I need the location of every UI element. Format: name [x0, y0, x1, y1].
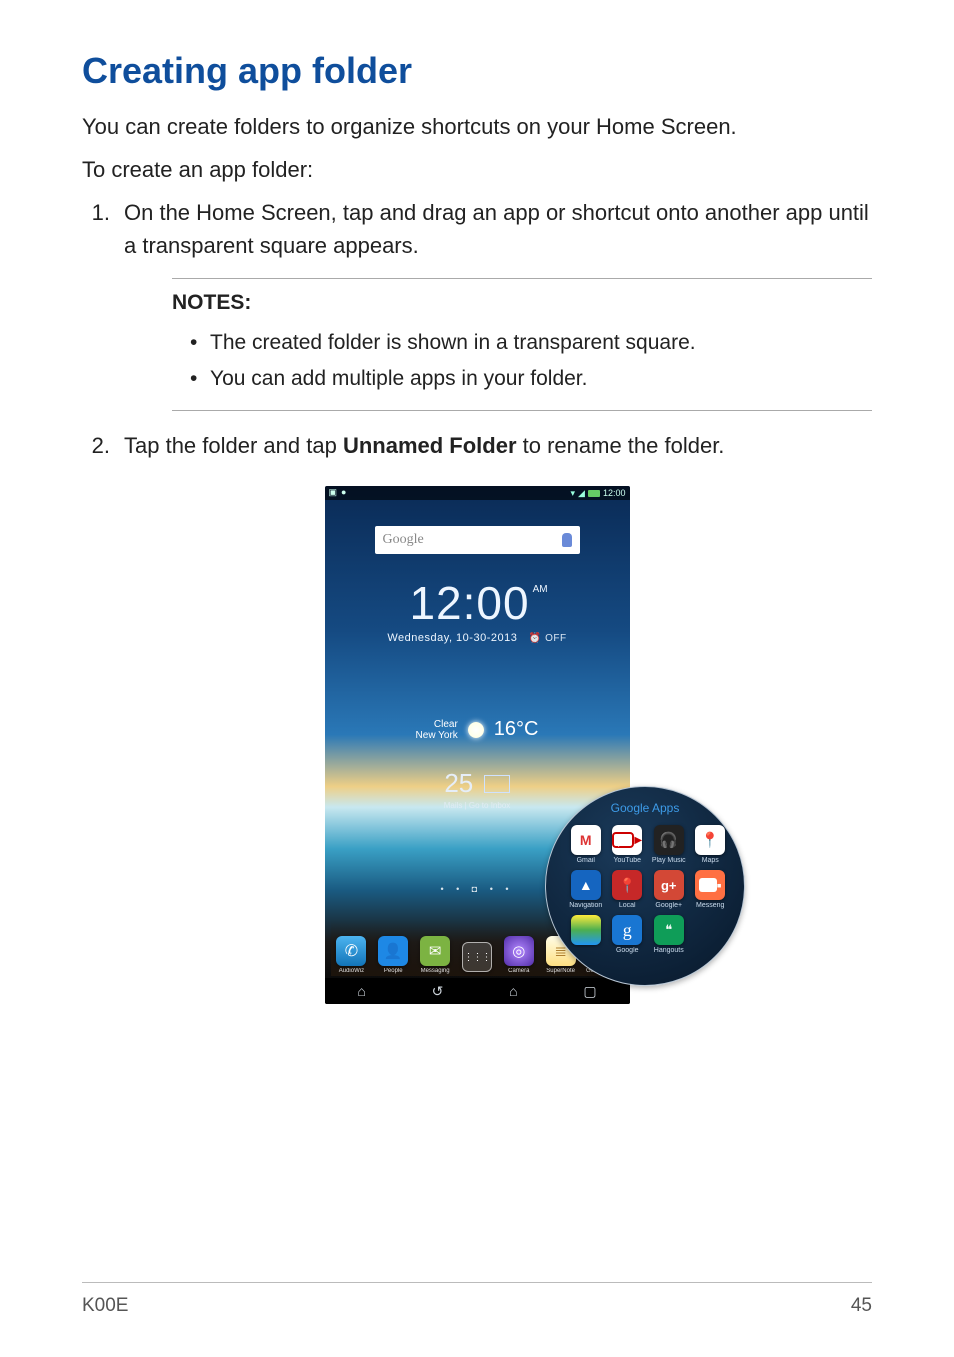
- status-time: 12:00: [603, 488, 626, 498]
- local-icon: [612, 870, 642, 900]
- hangouts-icon: [654, 915, 684, 945]
- google-search-bar[interactable]: Google: [375, 526, 580, 554]
- folder-zoom-bubble: Google Apps Gmail ▶YouTube Play Music Ma…: [545, 786, 745, 986]
- folder-app-maps[interactable]: Maps: [691, 825, 731, 864]
- folder-app-navigation[interactable]: Navigation: [566, 870, 606, 909]
- camera-icon: [504, 936, 534, 966]
- step-2-number: 2.: [82, 429, 124, 462]
- intro-text: You can create folders to organize short…: [82, 110, 872, 143]
- dock-app-phone[interactable]: AudioWiz: [334, 936, 368, 974]
- unnamed-folder-label: Unnamed Folder: [343, 433, 517, 458]
- dock-app-drawer[interactable]: [460, 942, 494, 974]
- folder-app-playmusic[interactable]: Play Music: [649, 825, 689, 864]
- mic-icon[interactable]: [562, 533, 572, 547]
- weather-temp: 16°C: [494, 718, 539, 741]
- status-icon: ●: [341, 487, 346, 499]
- nav-recent-left-icon[interactable]: ⌂: [357, 983, 365, 999]
- wifi-icon: ▾: [571, 488, 576, 499]
- clock-widget[interactable]: 12:00 AM Wednesday, 10-30-2013 ⏰ OFF: [325, 576, 630, 644]
- folder-app-googleplus[interactable]: Google+: [649, 870, 689, 909]
- apps-drawer-icon: [462, 942, 492, 972]
- nav-bar: ⌂ ↺ ⌂ ▢: [325, 978, 630, 1004]
- status-icon: ▣: [329, 487, 338, 499]
- maps-icon: [695, 825, 725, 855]
- folder-app-local[interactable]: Local: [608, 870, 648, 909]
- phone-icon: [336, 936, 366, 966]
- dock-app-people[interactable]: People: [376, 936, 410, 974]
- google-icon: [612, 915, 642, 945]
- weather-city: New York: [416, 730, 458, 741]
- folder-app-paint[interactable]: [566, 915, 606, 954]
- clock-date: Wednesday, 10-30-2013: [387, 632, 517, 644]
- nav-back-icon[interactable]: ↺: [432, 983, 444, 1000]
- notes-block: NOTES: The created folder is shown in a …: [172, 278, 872, 411]
- messenger-icon: [695, 870, 725, 900]
- sun-icon: [468, 722, 484, 738]
- nav-recent-icon[interactable]: ▢: [583, 983, 596, 1000]
- battery-icon: [588, 490, 600, 497]
- music-icon: [654, 825, 684, 855]
- signal-icon: ◢: [578, 488, 585, 499]
- lead-text: To create an app folder:: [82, 153, 872, 186]
- notes-title: NOTES:: [172, 291, 872, 315]
- messaging-icon: [420, 936, 450, 966]
- gmail-icon: [571, 825, 601, 855]
- footer-page-number: 45: [851, 1295, 872, 1317]
- weather-condition: Clear: [416, 719, 458, 730]
- page-footer: K00E 45: [82, 1282, 872, 1317]
- step-2-text: Tap the folder and tap Unnamed Folder to…: [124, 429, 872, 462]
- folder-app-gmail[interactable]: Gmail: [566, 825, 606, 864]
- weather-widget[interactable]: Clear New York 16°C: [325, 718, 630, 741]
- note-1: The created folder is shown in a transpa…: [190, 325, 872, 361]
- clock-ampm: AM: [533, 584, 548, 595]
- mail-widget[interactable]: 25 Mails | Go to Inbox: [325, 768, 630, 810]
- folder-app-google[interactable]: Google: [608, 915, 648, 954]
- page-heading: Creating app folder: [82, 50, 872, 92]
- navigation-icon: [571, 870, 601, 900]
- paint-icon: [571, 915, 601, 945]
- search-placeholder: Google: [383, 532, 424, 548]
- folder-app-messenger[interactable]: Messeng: [691, 870, 731, 909]
- step-1-number: 1.: [82, 196, 124, 262]
- googleplus-icon: [654, 870, 684, 900]
- mail-count: 25: [444, 768, 473, 799]
- dock-app-camera[interactable]: Camera: [502, 936, 536, 974]
- folder-app-youtube[interactable]: ▶YouTube: [608, 825, 648, 864]
- clock-time: 12:00: [409, 577, 529, 629]
- envelope-icon: [484, 775, 510, 793]
- status-bar: ▣ ● ▾ ◢ 12:00: [325, 486, 630, 500]
- nav-home-icon[interactable]: ⌂: [509, 983, 517, 999]
- step-1-text: On the Home Screen, tap and drag an app …: [124, 196, 872, 262]
- step-2: 2. Tap the folder and tap Unnamed Folder…: [82, 429, 872, 462]
- folder-app-hangouts[interactable]: Hangouts: [649, 915, 689, 954]
- people-icon: [378, 936, 408, 966]
- step-1: 1. On the Home Screen, tap and drag an a…: [82, 196, 872, 262]
- footer-model: K00E: [82, 1295, 128, 1317]
- note-2: You can add multiple apps in your folder…: [190, 361, 872, 397]
- dock-app-messaging[interactable]: Messaging: [418, 936, 452, 974]
- alarm-status: ⏰ OFF: [529, 633, 567, 644]
- youtube-icon: ▶: [612, 825, 642, 855]
- screenshot-illustration: ▣ ● ▾ ◢ 12:00 Google 12:00 AM Wednesday, …: [237, 486, 717, 1006]
